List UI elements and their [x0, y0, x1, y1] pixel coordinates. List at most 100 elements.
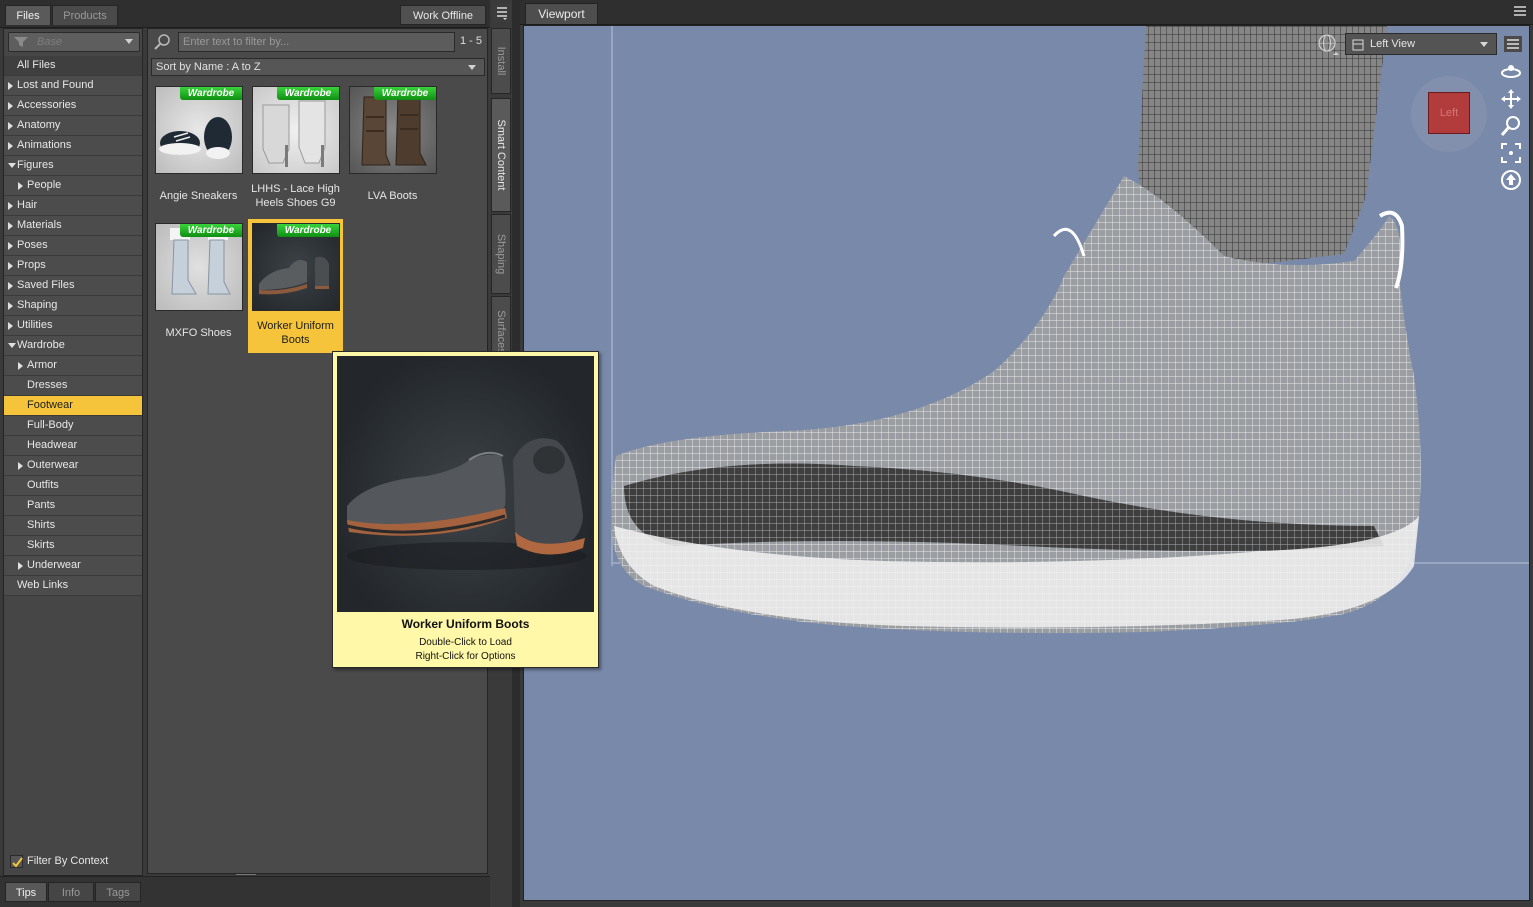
expand-right-icon[interactable] [18, 182, 23, 190]
expand-right-icon[interactable] [8, 222, 13, 230]
bottom-tab-bar: Tips Info Tags [0, 876, 490, 907]
product-tile[interactable]: Wardrobe MXFO Shoes [151, 219, 246, 353]
category-item[interactable]: Animations [4, 136, 142, 156]
category-item[interactable]: Shaping [4, 296, 142, 316]
expand-right-icon[interactable] [18, 362, 23, 370]
orbit-icon[interactable] [1500, 60, 1522, 82]
globe-icon[interactable] [1317, 33, 1341, 59]
category-label: Pants [27, 499, 56, 511]
tab-shaping[interactable]: Shaping [491, 214, 511, 294]
frame-icon[interactable] [1500, 142, 1522, 164]
expand-down-icon[interactable] [8, 163, 16, 168]
category-item[interactable]: Accessories [4, 96, 142, 116]
tooltip-hint-load: Double-Click to Load [419, 637, 512, 648]
tab-install-label: Install [495, 46, 507, 76]
category-label: Accessories [17, 99, 77, 111]
category-item[interactable]: Outerwear [4, 456, 142, 476]
work-offline-button[interactable]: Work Offline [400, 5, 486, 25]
category-item[interactable]: Armor [4, 356, 142, 376]
tab-tips[interactable]: Tips [5, 882, 47, 902]
filter-dropdown[interactable]: Base [8, 32, 140, 52]
category-item[interactable]: Utilities [4, 316, 142, 336]
chevron-down-icon [468, 65, 476, 70]
category-item[interactable]: Hair [4, 196, 142, 216]
filter-by-context-label: Filter By Context [27, 855, 109, 867]
category-item[interactable]: Anatomy [4, 116, 142, 136]
expand-right-icon[interactable] [8, 282, 13, 290]
tooltip-preview-image [337, 356, 594, 612]
page-range: 1 - 5 [460, 35, 483, 47]
category-label: Wardrobe [17, 339, 65, 351]
camera-view-icon [1352, 39, 1364, 51]
category-item[interactable]: Materials [4, 216, 142, 236]
expand-right-icon[interactable] [8, 242, 13, 250]
product-label: Angie Sneakers [159, 190, 238, 202]
category-item[interactable]: Figures [4, 156, 142, 176]
sort-dropdown[interactable]: Sort by Name : A to Z [151, 58, 485, 76]
expand-right-icon[interactable] [8, 102, 13, 110]
product-tile-selected[interactable]: Wardrobe Worker Uniform Boots [248, 219, 343, 353]
category-item[interactable]: Skirts [4, 536, 142, 556]
pane-menu-icon[interactable] [493, 4, 511, 22]
product-label: Worker Uniform Boots [257, 320, 334, 346]
product-thumbnail: Wardrobe [252, 223, 340, 311]
expand-right-icon[interactable] [8, 82, 13, 90]
tab-install[interactable]: Install [491, 28, 511, 94]
tab-viewport[interactable]: Viewport [525, 3, 598, 24]
expand-right-icon[interactable] [8, 142, 13, 150]
viewport-menu-icon[interactable] [1513, 4, 1527, 18]
category-label: Armor [27, 359, 57, 371]
wardrobe-badge: Wardrobe [374, 87, 436, 100]
expand-down-icon[interactable] [8, 343, 16, 348]
tab-info[interactable]: Info [48, 882, 94, 902]
category-item[interactable]: Full-Body [4, 416, 142, 436]
tab-products[interactable]: Products [52, 5, 118, 25]
product-tile[interactable]: Wardrobe LHHS - Lace High Heels Shoes G9 [248, 82, 343, 216]
expand-right-icon[interactable] [8, 202, 13, 210]
filter-by-context-checkbox[interactable] [10, 855, 23, 868]
view-cube[interactable]: Left [1411, 76, 1487, 152]
wireframe-shoe-model [611, 26, 1529, 634]
category-item[interactable]: Headwear [4, 436, 142, 456]
category-item[interactable]: Shirts [4, 516, 142, 536]
category-item[interactable]: All Files [4, 56, 142, 76]
expand-right-icon[interactable] [18, 562, 23, 570]
expand-right-icon[interactable] [8, 302, 13, 310]
category-item[interactable]: Pants [4, 496, 142, 516]
product-tile[interactable]: Wardrobe Angie Sneakers [151, 82, 246, 216]
chevron-down-icon [125, 39, 133, 44]
category-label: Outfits [27, 479, 59, 491]
search-input[interactable] [178, 32, 455, 52]
view-camera-dropdown[interactable]: Left View [1345, 33, 1497, 55]
search-icon[interactable] [152, 32, 174, 52]
category-item[interactable]: Saved Files [4, 276, 142, 296]
expand-right-icon[interactable] [8, 262, 13, 270]
category-item[interactable]: Dresses [4, 376, 142, 396]
category-item[interactable]: Underwear [4, 556, 142, 576]
expand-right-icon[interactable] [18, 462, 23, 470]
tooltip-title: Worker Uniform Boots [401, 617, 530, 631]
view-cube-face[interactable]: Left [1428, 92, 1470, 134]
tab-tags[interactable]: Tags [95, 882, 141, 902]
zoom-icon[interactable] [1500, 115, 1522, 137]
category-item[interactable]: Wardrobe [4, 336, 142, 356]
viewport-options-icon[interactable] [1504, 36, 1522, 52]
viewport-3d[interactable]: Left View Left [523, 25, 1530, 901]
product-tile[interactable]: Wardrobe LVA Boots [345, 82, 440, 216]
tab-smart-content[interactable]: Smart Content [491, 98, 511, 212]
pan-icon[interactable] [1500, 88, 1522, 110]
expand-right-icon[interactable] [8, 122, 13, 130]
wardrobe-badge: Wardrobe [180, 224, 242, 237]
product-thumbnail: Wardrobe [155, 223, 243, 311]
category-item[interactable]: People [4, 176, 142, 196]
tab-files[interactable]: Files [5, 5, 51, 25]
category-item-selected[interactable]: Footwear [4, 396, 142, 416]
reset-view-icon[interactable] [1500, 169, 1522, 191]
category-item[interactable]: Web Links [4, 576, 142, 596]
category-item[interactable]: Poses [4, 236, 142, 256]
category-item[interactable]: Outfits [4, 476, 142, 496]
category-item[interactable]: Props [4, 256, 142, 276]
category-item[interactable]: Lost and Found [4, 76, 142, 96]
wardrobe-badge: Wardrobe [277, 224, 339, 237]
expand-right-icon[interactable] [8, 322, 13, 330]
